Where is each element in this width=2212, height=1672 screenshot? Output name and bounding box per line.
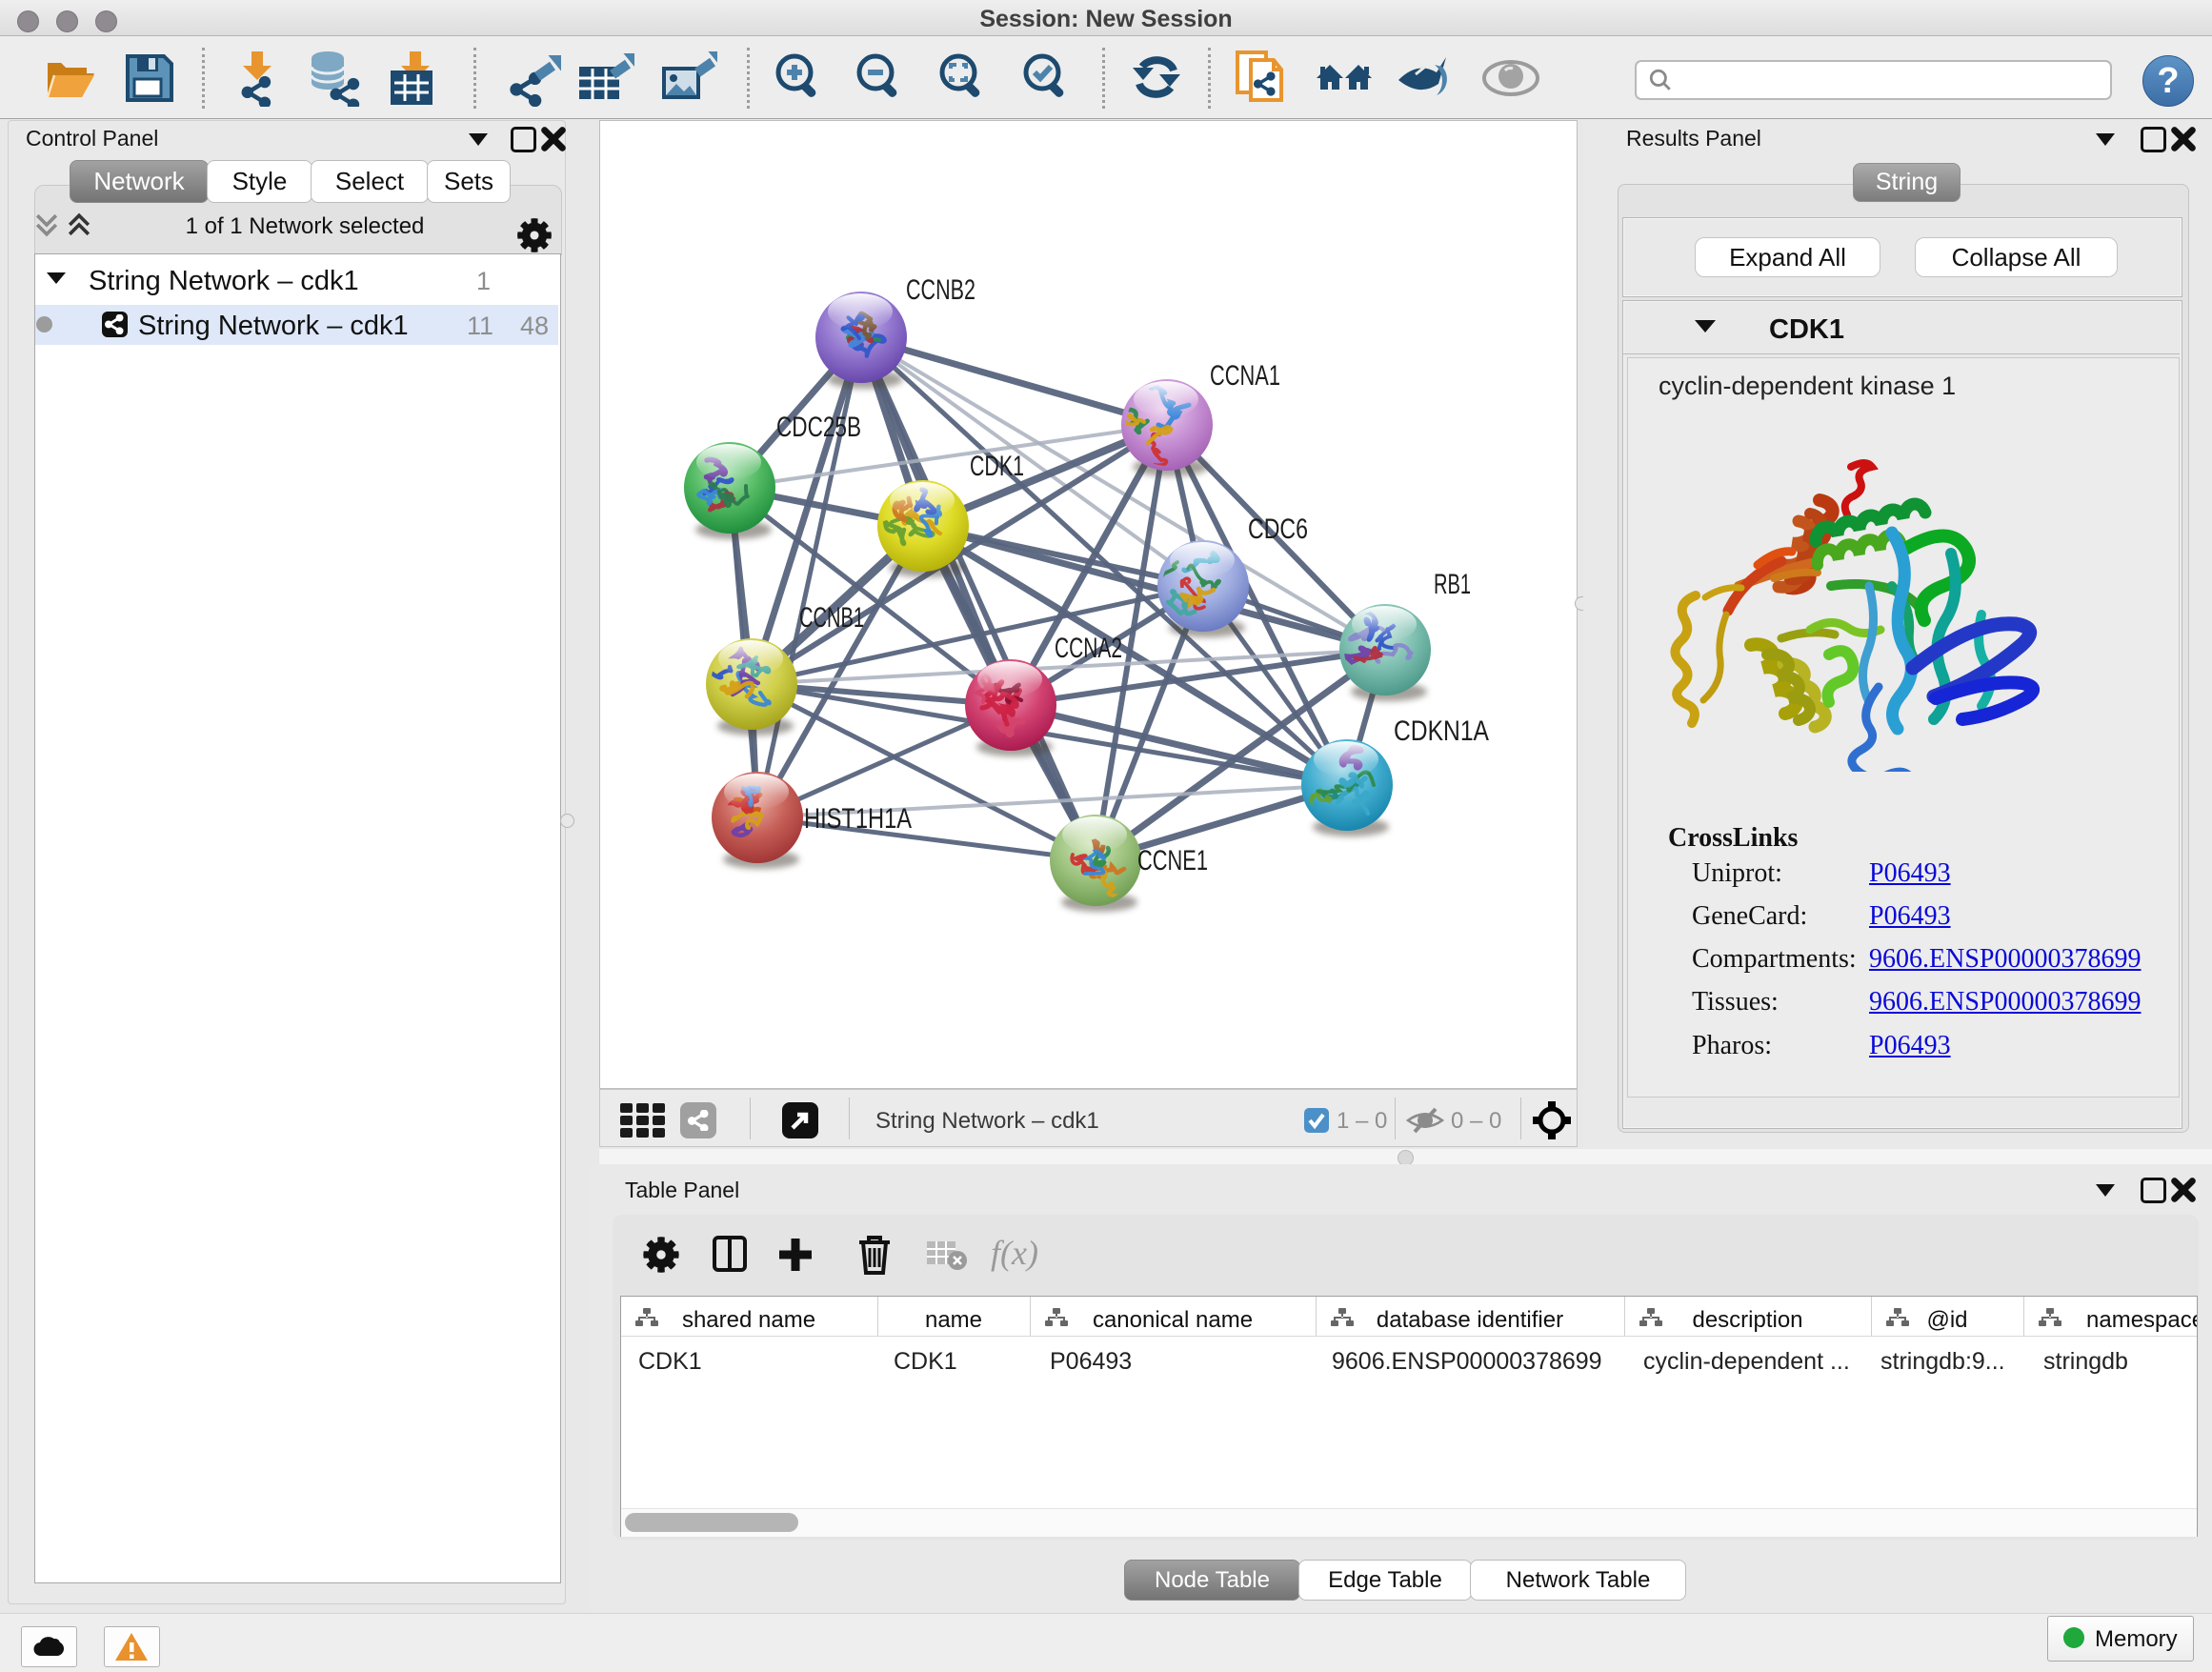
svg-text:CCNE1: CCNE1 <box>1137 845 1208 876</box>
svg-text:CCNA1: CCNA1 <box>1210 360 1280 392</box>
svg-text:CCNB1: CCNB1 <box>799 602 864 634</box>
svg-text:CDKN1A: CDKN1A <box>1394 715 1489 747</box>
svg-text:CDC25B: CDC25B <box>776 412 861 443</box>
svg-text:HIST1H1A: HIST1H1A <box>804 803 912 835</box>
svg-text:CDK1: CDK1 <box>970 451 1024 482</box>
svg-text:RB1: RB1 <box>1434 569 1471 600</box>
svg-text:CCNB2: CCNB2 <box>906 274 975 306</box>
svg-text:CCNA2: CCNA2 <box>1055 633 1122 664</box>
svg-text:CDC6: CDC6 <box>1248 514 1308 545</box>
